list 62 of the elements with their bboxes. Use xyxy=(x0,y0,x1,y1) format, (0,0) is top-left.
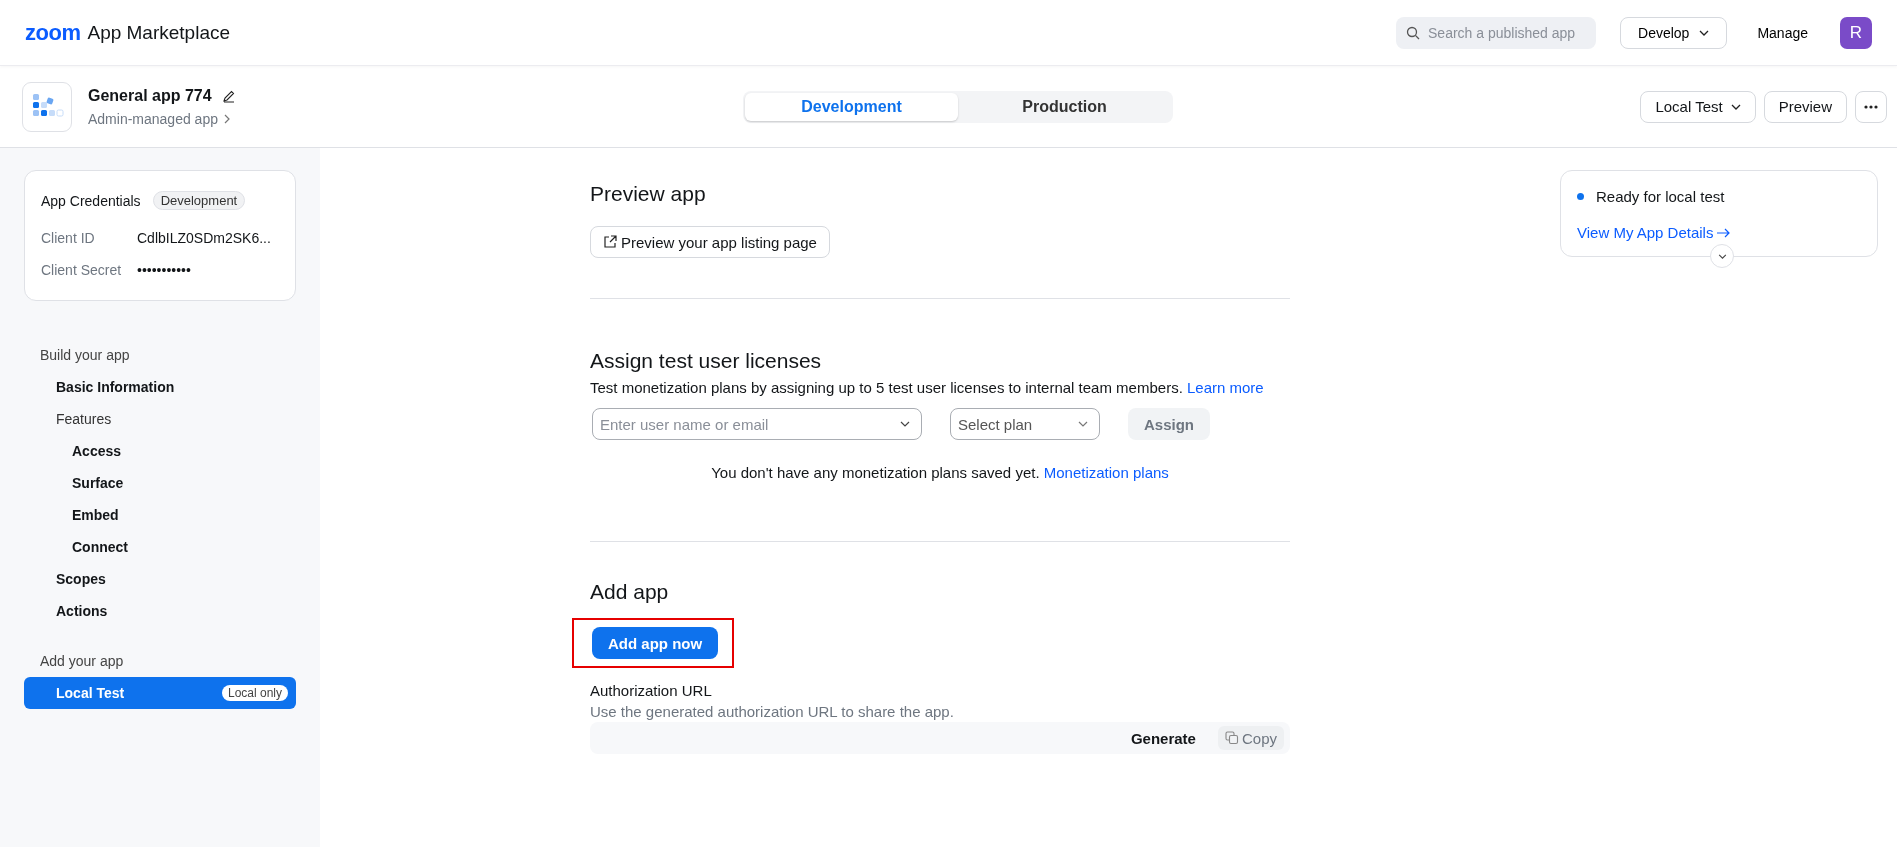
monetization-plans-link[interactable]: Monetization plans xyxy=(1043,464,1169,481)
add-app-button[interactable]: Add app now xyxy=(592,627,719,659)
credential-label: Client ID xyxy=(41,230,96,246)
nav-item[interactable]: Connect xyxy=(24,531,296,563)
authorization-url-label: Authorization URL xyxy=(590,682,713,699)
search-field[interactable]: Search a published app xyxy=(1396,16,1597,49)
external-link-icon xyxy=(603,235,617,249)
credential-value: CdlbILZ0SDm2SK6... xyxy=(137,230,271,246)
environment-tab[interactable]: Development xyxy=(745,93,958,121)
nav-item[interactable]: Embed xyxy=(24,499,296,531)
nav-item[interactable]: Features xyxy=(24,403,296,435)
local-only-badge: Local only xyxy=(221,685,288,701)
local-test-dropdown[interactable]: Local Test xyxy=(1640,90,1756,123)
zoom-logo[interactable]: zoom xyxy=(25,19,81,46)
generate-button[interactable]: Generate xyxy=(1124,728,1202,748)
copy-icon xyxy=(1224,731,1239,745)
user-avatar[interactable]: R xyxy=(1840,16,1872,49)
section-title: Add app xyxy=(590,580,670,604)
develop-dropdown[interactable]: Develop xyxy=(1620,16,1728,49)
section-title: Preview app xyxy=(590,182,707,206)
credentials-title: App Credentials xyxy=(41,192,141,209)
arrow-right-icon xyxy=(1717,227,1732,238)
more-icon xyxy=(1864,104,1878,109)
nav-heading: Build your app xyxy=(39,346,131,365)
authorization-url-description: Use the generated authorization URL to share the app. xyxy=(590,703,955,720)
expand-button[interactable] xyxy=(1710,244,1734,268)
preview-button[interactable]: Preview xyxy=(1763,90,1847,123)
nav-heading: Add your app xyxy=(39,652,125,671)
plan-select-field[interactable]: Select plan xyxy=(950,408,1100,440)
app-type-link[interactable]: Admin-managed app xyxy=(88,110,218,127)
nav-item[interactable]: Basic Information xyxy=(24,371,296,403)
preview-listing-button[interactable]: Preview your app listing page xyxy=(590,226,830,258)
nav-item[interactable]: Access xyxy=(24,435,296,467)
copy-button[interactable]: Copy xyxy=(1217,726,1284,750)
chevron-down-icon xyxy=(1730,103,1741,110)
environment-tab[interactable]: Production xyxy=(958,93,1171,121)
section-title: Assign test user licenses xyxy=(590,349,823,373)
environment-badge: Development xyxy=(152,191,246,210)
chevron-down-icon xyxy=(1699,29,1710,36)
nav-item[interactable]: Actions xyxy=(24,595,296,627)
user-select-field[interactable]: Enter user name or email xyxy=(592,408,922,440)
chevron-down-icon xyxy=(900,421,910,427)
marketplace-title: App Marketplace xyxy=(87,21,231,44)
nav-item[interactable]: Surface xyxy=(24,467,296,499)
empty-plans-message: You don't have any monetization plans saved yet. Monetization plans xyxy=(710,464,1170,481)
credential-value: ••••••••••• xyxy=(137,262,191,278)
app-icon xyxy=(22,81,72,132)
nav-item[interactable]: Scopes xyxy=(24,563,296,595)
more-button[interactable] xyxy=(1855,90,1887,123)
nav-item[interactable]: Local Test Local only xyxy=(24,677,296,709)
learn-more-link[interactable]: Learn more xyxy=(1186,379,1264,396)
app-details-link[interactable]: View My App Details xyxy=(1577,224,1732,241)
credential-label: Client Secret xyxy=(41,262,123,278)
licenses-description: Test monetization plans by assigning up to 5 test user licenses to internal team members. Learn more xyxy=(590,379,1265,396)
chevron-right-icon xyxy=(224,113,230,124)
chevron-down-icon xyxy=(1078,421,1088,427)
manage-link[interactable]: Manage xyxy=(1747,18,1818,47)
status-text: Ready for local test xyxy=(1596,188,1725,205)
search-icon xyxy=(1406,25,1421,40)
app-name: General app 774 xyxy=(88,86,212,105)
chevron-down-icon xyxy=(1717,253,1727,259)
edit-icon[interactable] xyxy=(221,88,236,103)
